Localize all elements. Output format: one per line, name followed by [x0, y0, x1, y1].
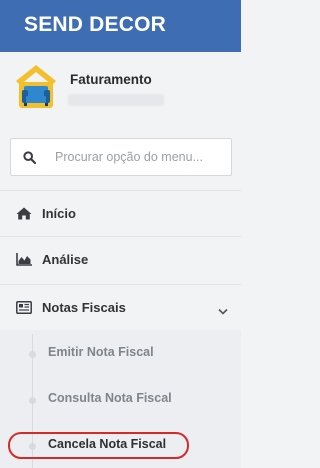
chevron-down-icon[interactable]: [218, 303, 228, 315]
menu-search: [10, 138, 232, 176]
newspaper-icon: [16, 301, 32, 314]
nav-item-analise[interactable]: Análise: [0, 236, 241, 282]
area-chart-icon: [16, 253, 32, 266]
submenu-item-emitir-nota-fiscal[interactable]: Emitir Nota Fiscal: [48, 345, 154, 359]
annotation-highlight: [8, 432, 189, 459]
nav-item-inicio[interactable]: Início: [0, 190, 241, 236]
sofa-house-icon: [12, 62, 60, 110]
search-input[interactable]: [55, 139, 225, 175]
submenu-dot: [29, 397, 36, 404]
nav-item-label: Início: [42, 206, 76, 221]
submenu-item-consulta-nota-fiscal[interactable]: Consulta Nota Fiscal: [48, 391, 172, 405]
search-icon: [23, 151, 37, 165]
nav-item-notas-fiscais[interactable]: Notas Fiscais: [0, 284, 241, 330]
app-header: SEND DECOR: [0, 0, 241, 52]
nav-item-label: Análise: [42, 252, 89, 267]
submenu-dot: [29, 351, 36, 358]
nav-item-label: Notas Fiscais: [42, 300, 126, 315]
brand-title[interactable]: SEND DECOR: [24, 13, 166, 37]
home-icon: [16, 207, 32, 220]
profile-name: Faturamento: [70, 72, 152, 87]
profile-subtitle-redacted: [68, 94, 164, 106]
user-profile: Faturamento: [0, 52, 241, 126]
